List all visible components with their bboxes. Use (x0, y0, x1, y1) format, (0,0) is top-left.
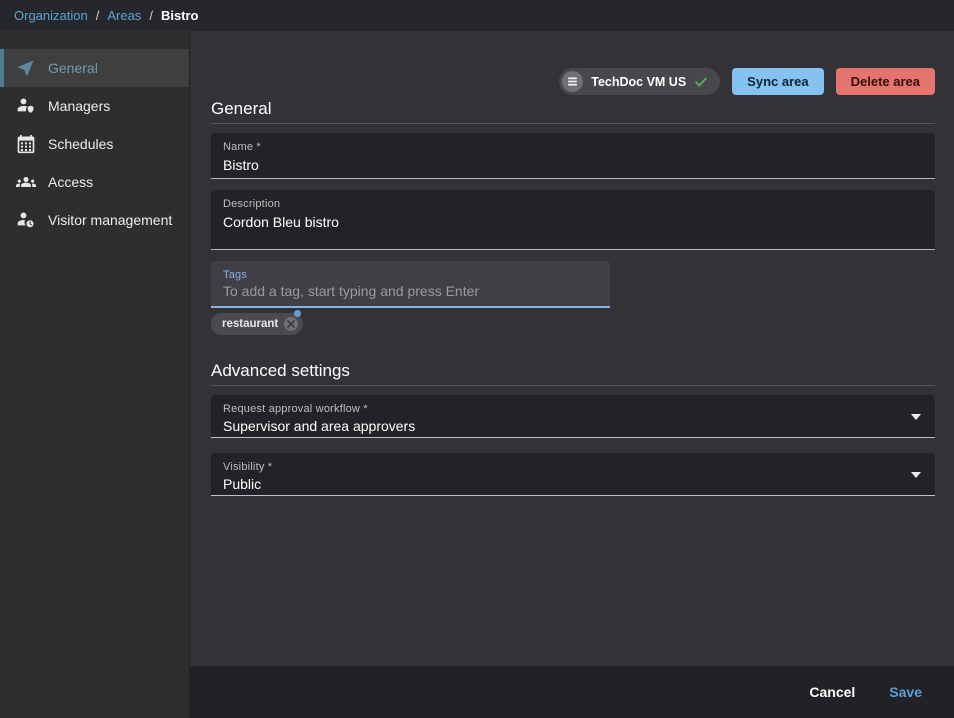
description-field-value: Cordon Bleu bistro (223, 214, 923, 230)
breadcrumb-separator: / (149, 8, 153, 23)
request-approval-workflow-select[interactable]: Request approval workflow * Supervisor a… (211, 395, 935, 438)
visibility-select[interactable]: Visibility * Public (211, 453, 935, 496)
sidebar-item-label: Schedules (48, 136, 113, 152)
near-me-icon (16, 58, 36, 78)
sidebar: General Managers (0, 31, 190, 718)
tags-field[interactable]: Tags (211, 261, 610, 308)
sidebar-item-label: Managers (48, 98, 110, 114)
visibility-select-value: Public (223, 476, 923, 492)
body-row: General Managers (0, 31, 954, 718)
workflow-select-label: Request approval workflow * (223, 403, 923, 415)
tags-field-label: Tags (223, 269, 598, 281)
top-bar: Organization / Areas / Bistro (0, 0, 954, 31)
check-icon (694, 75, 708, 89)
sync-area-button[interactable]: Sync area (732, 68, 823, 95)
section-divider (211, 123, 935, 124)
name-field-value: Bistro (223, 157, 923, 173)
breadcrumb: Organization / Areas / Bistro (14, 8, 199, 23)
groups-icon (16, 172, 36, 192)
cancel-button[interactable]: Cancel (809, 684, 855, 700)
main-column: TechDoc VM US Sync area Delete area Gene… (190, 31, 954, 718)
save-button[interactable]: Save (889, 684, 922, 700)
main-panel: TechDoc VM US Sync area Delete area Gene… (190, 31, 954, 666)
sidebar-item-visitor-management[interactable]: Visitor management (0, 201, 189, 239)
description-field[interactable]: Description Cordon Bleu bistro (211, 190, 935, 250)
footer-action-bar: Cancel Save (190, 666, 954, 718)
tags-input[interactable] (223, 283, 598, 299)
visibility-select-label: Visibility * (223, 461, 923, 473)
tags-chip-row: restaurant (211, 313, 935, 335)
vm-chip-label: TechDoc VM US (591, 75, 686, 89)
sidebar-item-label: Visitor management (48, 212, 172, 228)
sidebar-item-label: General (48, 60, 98, 76)
workflow-select-value: Supervisor and area approvers (223, 418, 923, 434)
breadcrumb-link-organization[interactable]: Organization (14, 8, 88, 23)
advanced-section-title: Advanced settings (211, 361, 935, 380)
actions-row: TechDoc VM US Sync area Delete area (211, 68, 935, 95)
name-field[interactable]: Name * Bistro (211, 133, 935, 179)
server-lines-icon (562, 71, 583, 92)
person-clock-icon (16, 210, 36, 230)
breadcrumb-separator: / (96, 8, 100, 23)
description-field-label: Description (223, 198, 923, 210)
breadcrumb-link-areas[interactable]: Areas (107, 8, 141, 23)
sidebar-item-schedules[interactable]: Schedules (0, 125, 189, 163)
person-shield-icon (16, 96, 36, 116)
breadcrumb-current-page: Bistro (161, 8, 199, 23)
chevron-down-icon (911, 414, 921, 420)
app-window: Organization / Areas / Bistro General (0, 0, 954, 718)
tag-chip-label: restaurant (222, 318, 278, 330)
sidebar-item-label: Access (48, 174, 93, 190)
delete-area-button[interactable]: Delete area (836, 68, 935, 95)
chip-indicator-dot (294, 310, 301, 317)
sidebar-item-managers[interactable]: Managers (0, 87, 189, 125)
remove-tag-icon[interactable] (284, 317, 298, 331)
general-section-title: General (211, 99, 935, 118)
sidebar-item-general[interactable]: General (0, 49, 189, 87)
tag-chip-restaurant[interactable]: restaurant (211, 313, 303, 335)
calendar-icon (16, 134, 36, 154)
vm-status-chip[interactable]: TechDoc VM US (559, 68, 720, 95)
name-field-label: Name * (223, 141, 923, 153)
section-divider (211, 385, 935, 386)
sidebar-item-access[interactable]: Access (0, 163, 189, 201)
chevron-down-icon (911, 472, 921, 478)
